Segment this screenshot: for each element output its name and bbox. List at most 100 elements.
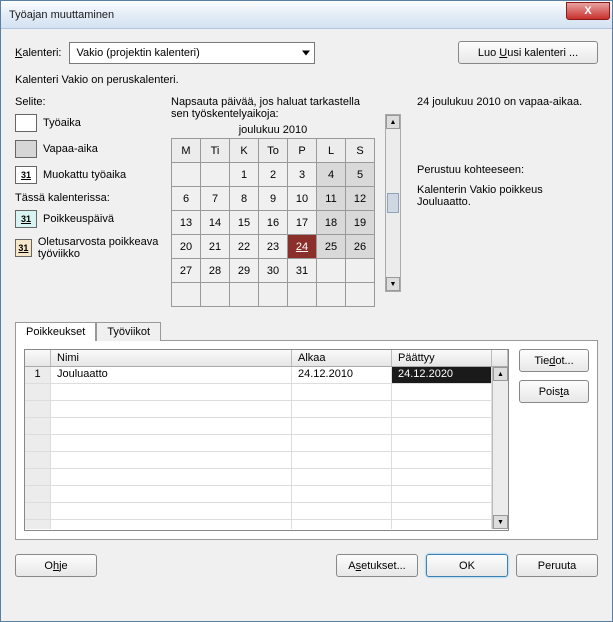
calendar-day[interactable]: 30 <box>259 259 288 283</box>
cell-start[interactable] <box>292 486 392 502</box>
calendar-day[interactable]: 20 <box>172 235 201 259</box>
new-calendar-button[interactable]: Luo Uusi kalenteri ... <box>458 41 598 64</box>
info-line3: Kalenterin Vakio poikkeus Jouluaatto. <box>417 184 598 208</box>
calendar-day[interactable]: 6 <box>172 187 201 211</box>
cell-end[interactable] <box>392 520 492 529</box>
tab-workweeks[interactable]: Työviikot <box>96 322 161 341</box>
calendar-day[interactable]: 18 <box>317 211 346 235</box>
cell-end[interactable] <box>392 503 492 519</box>
calendar-day[interactable]: 27 <box>172 259 201 283</box>
calendar-day[interactable]: 13 <box>172 211 201 235</box>
table-row[interactable]: 1Jouluaatto24.12.201024.12.2020 <box>25 367 492 384</box>
grid-scrollbar[interactable]: ▲ ▼ <box>492 367 508 529</box>
calendar-day[interactable]: 22 <box>230 235 259 259</box>
table-row[interactable] <box>25 486 492 503</box>
calendar-day[interactable]: 10 <box>288 187 317 211</box>
calendar-day[interactable]: 29 <box>230 259 259 283</box>
cell-start[interactable] <box>292 384 392 400</box>
cell-end[interactable] <box>392 452 492 468</box>
cell-start[interactable] <box>292 435 392 451</box>
chevron-down-icon <box>302 50 310 55</box>
table-row[interactable] <box>25 469 492 486</box>
calendar-day[interactable]: 5 <box>346 163 375 187</box>
cell-end[interactable] <box>392 469 492 485</box>
grid-scroll-down-icon[interactable]: ▼ <box>493 515 508 529</box>
cell-name[interactable] <box>51 384 292 400</box>
calendar-day[interactable]: 2 <box>259 163 288 187</box>
calendar-day[interactable]: 11 <box>317 187 346 211</box>
calendar-day[interactable]: 28 <box>201 259 230 283</box>
delete-button[interactable]: Poista <box>519 380 589 403</box>
cell-end[interactable]: 24.12.2020 <box>392 367 492 383</box>
cell-start[interactable] <box>292 469 392 485</box>
row-number <box>25 401 51 417</box>
cell-name[interactable] <box>51 503 292 519</box>
options-button[interactable]: Asetukset... <box>336 554 418 577</box>
calendar-day[interactable]: 24 <box>288 235 317 259</box>
calendar-day[interactable]: 9 <box>259 187 288 211</box>
calendar-day[interactable]: 17 <box>288 211 317 235</box>
calendar-day[interactable]: 12 <box>346 187 375 211</box>
calendar-month-title: joulukuu 2010 <box>171 124 375 136</box>
cell-start[interactable] <box>292 418 392 434</box>
cell-start[interactable] <box>292 401 392 417</box>
table-row[interactable] <box>25 435 492 452</box>
calendar-scrollbar[interactable]: ▲ ▼ <box>385 114 401 292</box>
table-row[interactable] <box>25 452 492 469</box>
calendar-day[interactable]: 26 <box>346 235 375 259</box>
calendar-day[interactable]: 8 <box>230 187 259 211</box>
calendar-day[interactable]: 31 <box>288 259 317 283</box>
grid-header-end[interactable]: Päättyy <box>392 350 492 366</box>
calendar-day[interactable]: 21 <box>201 235 230 259</box>
cell-name[interactable] <box>51 401 292 417</box>
cell-name[interactable] <box>51 486 292 502</box>
scroll-up-icon[interactable]: ▲ <box>386 115 400 129</box>
cell-end[interactable] <box>392 435 492 451</box>
calendar-day[interactable]: 1 <box>230 163 259 187</box>
cell-start[interactable] <box>292 520 392 529</box>
calendar-day[interactable]: 19 <box>346 211 375 235</box>
ok-button[interactable]: OK <box>426 554 508 577</box>
cell-name[interactable] <box>51 418 292 434</box>
close-button[interactable]: X <box>566 2 610 20</box>
info-block: Perustuu kohteeseen: Kalenterin Vakio po… <box>417 164 598 208</box>
grid-header-start[interactable]: Alkaa <box>292 350 392 366</box>
details-button[interactable]: Tiedot... <box>519 349 589 372</box>
cell-end[interactable] <box>392 418 492 434</box>
cell-start[interactable] <box>292 503 392 519</box>
grid-header-name[interactable]: Nimi <box>51 350 292 366</box>
help-button[interactable]: Ohje <box>15 554 97 577</box>
cell-start[interactable] <box>292 452 392 468</box>
calendar-day[interactable]: 15 <box>230 211 259 235</box>
tabs: Poikkeukset Työviikot <box>15 321 598 340</box>
cell-name[interactable] <box>51 520 292 529</box>
cell-name[interactable]: Jouluaatto <box>51 367 292 383</box>
scroll-thumb[interactable] <box>387 193 399 213</box>
calendar-day[interactable]: 14 <box>201 211 230 235</box>
calendar-day[interactable]: 16 <box>259 211 288 235</box>
table-row[interactable] <box>25 418 492 435</box>
table-row[interactable] <box>25 384 492 401</box>
cell-name[interactable] <box>51 469 292 485</box>
cell-end[interactable] <box>392 401 492 417</box>
calendar-day[interactable]: 23 <box>259 235 288 259</box>
cell-name[interactable] <box>51 435 292 451</box>
cell-end[interactable] <box>392 486 492 502</box>
grid-scroll-up-icon[interactable]: ▲ <box>493 367 508 381</box>
cancel-button[interactable]: Peruuta <box>516 554 598 577</box>
calendar-instruction: Napsauta päivää, jos haluat tarkastella … <box>171 96 375 120</box>
scroll-down-icon[interactable]: ▼ <box>386 277 400 291</box>
tab-exceptions[interactable]: Poikkeukset <box>15 322 96 341</box>
calendar-combo[interactable]: Vakio (projektin kalenteri) <box>69 42 315 64</box>
table-row[interactable] <box>25 520 492 529</box>
cell-name[interactable] <box>51 452 292 468</box>
table-row[interactable] <box>25 401 492 418</box>
table-row[interactable] <box>25 503 492 520</box>
calendar-day[interactable]: 3 <box>288 163 317 187</box>
legend-nonwork: Vapaa-aika <box>15 140 161 158</box>
calendar-day[interactable]: 7 <box>201 187 230 211</box>
cell-end[interactable] <box>392 384 492 400</box>
calendar-day[interactable]: 25 <box>317 235 346 259</box>
cell-start[interactable]: 24.12.2010 <box>292 367 392 383</box>
calendar-day[interactable]: 4 <box>317 163 346 187</box>
